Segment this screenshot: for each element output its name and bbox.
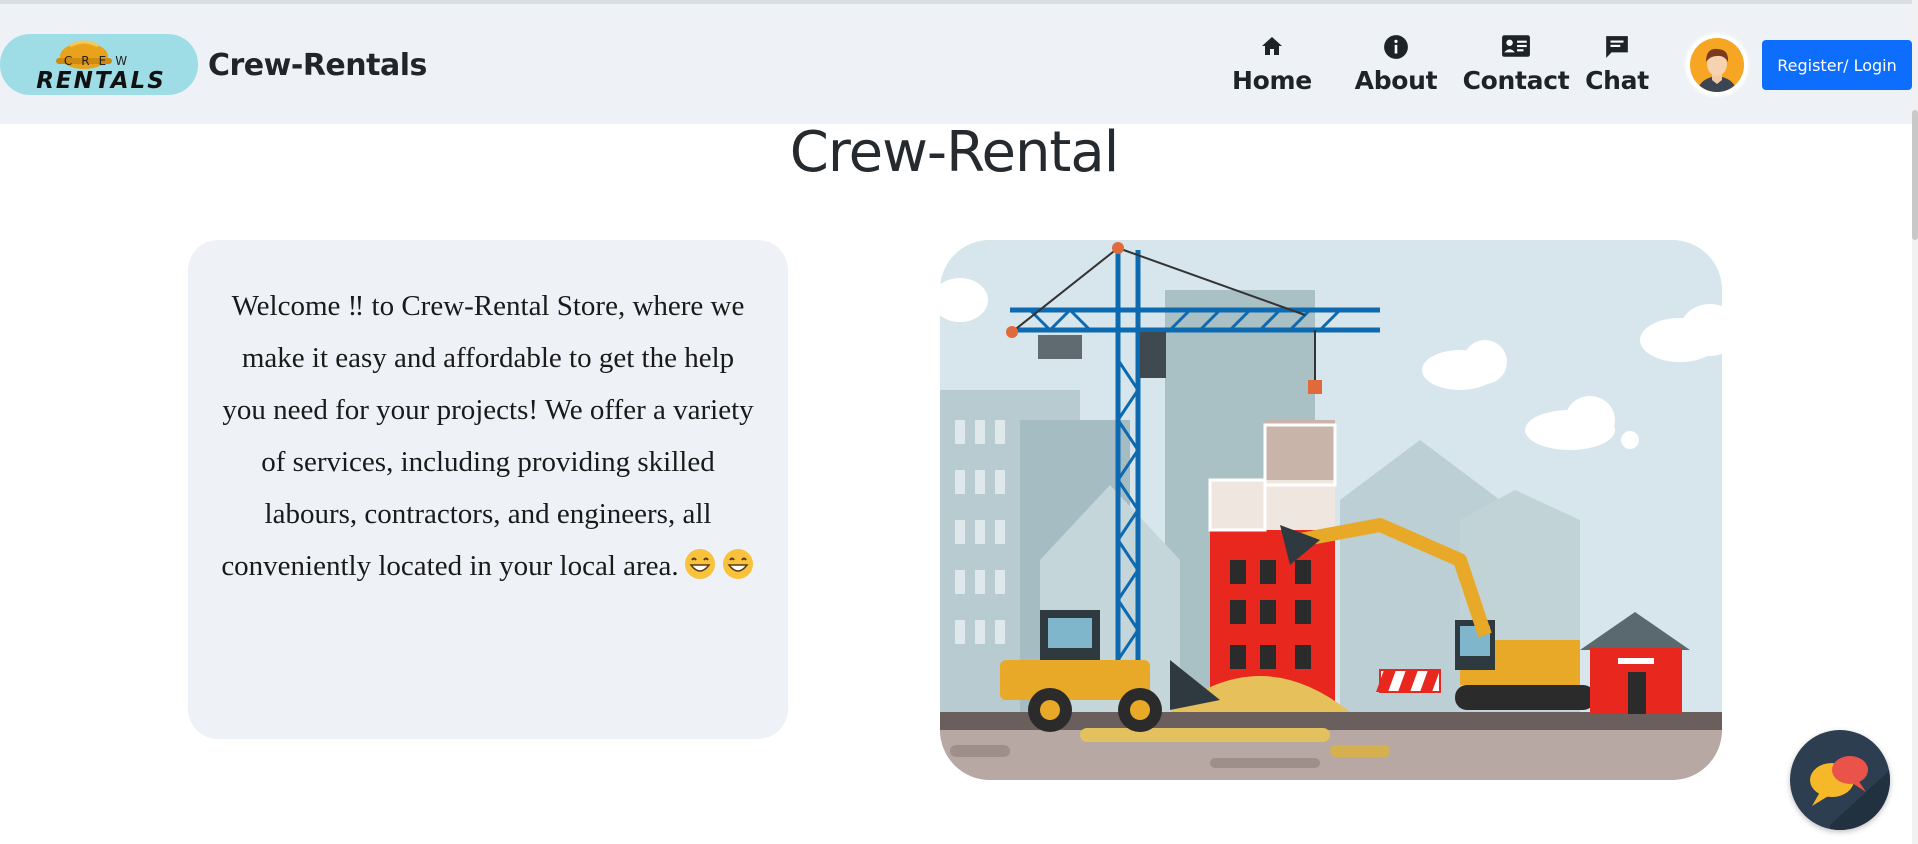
nav-about-label: About bbox=[1354, 66, 1438, 95]
contact-card-icon bbox=[1452, 34, 1580, 66]
grinning-face-emoji-icon bbox=[683, 546, 717, 580]
user-avatar[interactable] bbox=[1686, 34, 1748, 96]
info-icon bbox=[1346, 34, 1446, 66]
chat-bubbles-icon bbox=[1790, 756, 1890, 830]
scrollbar-thumb[interactable] bbox=[1912, 110, 1918, 240]
logo-text-top: CREW bbox=[64, 54, 136, 68]
navbar: CREW RENTALS Crew-Rentals Home About Con… bbox=[0, 4, 1912, 124]
nav-chat-label: Chat bbox=[1585, 66, 1649, 95]
nav-home[interactable]: Home bbox=[1232, 34, 1312, 104]
page-title: Crew-Rental bbox=[789, 120, 1120, 185]
chat-widget-button[interactable] bbox=[1790, 730, 1890, 830]
grinning-face-emoji-icon bbox=[721, 546, 755, 580]
construction-illustration bbox=[940, 240, 1722, 780]
nav-contact[interactable]: Contact bbox=[1452, 34, 1580, 104]
logo-text-bottom: RENTALS bbox=[36, 68, 166, 94]
register-login-button[interactable]: Register/ Login bbox=[1762, 40, 1912, 90]
welcome-text: Welcome ‼ to Crew-Rental Store, where we… bbox=[221, 290, 754, 582]
nav-about[interactable]: About bbox=[1346, 34, 1446, 104]
brand-logo[interactable]: CREW RENTALS bbox=[0, 34, 198, 95]
nav-chat[interactable]: Chat bbox=[1576, 34, 1658, 104]
welcome-card: Welcome ‼ to Crew-Rental Store, where we… bbox=[188, 240, 788, 739]
nav-home-label: Home bbox=[1232, 66, 1312, 95]
welcome-text-block: Welcome ‼ to Crew-Rental Store, where we… bbox=[218, 280, 758, 592]
brand-name[interactable]: Crew-Rentals bbox=[208, 48, 427, 83]
nav-contact-label: Contact bbox=[1462, 66, 1570, 95]
chat-icon bbox=[1576, 34, 1658, 66]
home-icon bbox=[1232, 34, 1312, 66]
